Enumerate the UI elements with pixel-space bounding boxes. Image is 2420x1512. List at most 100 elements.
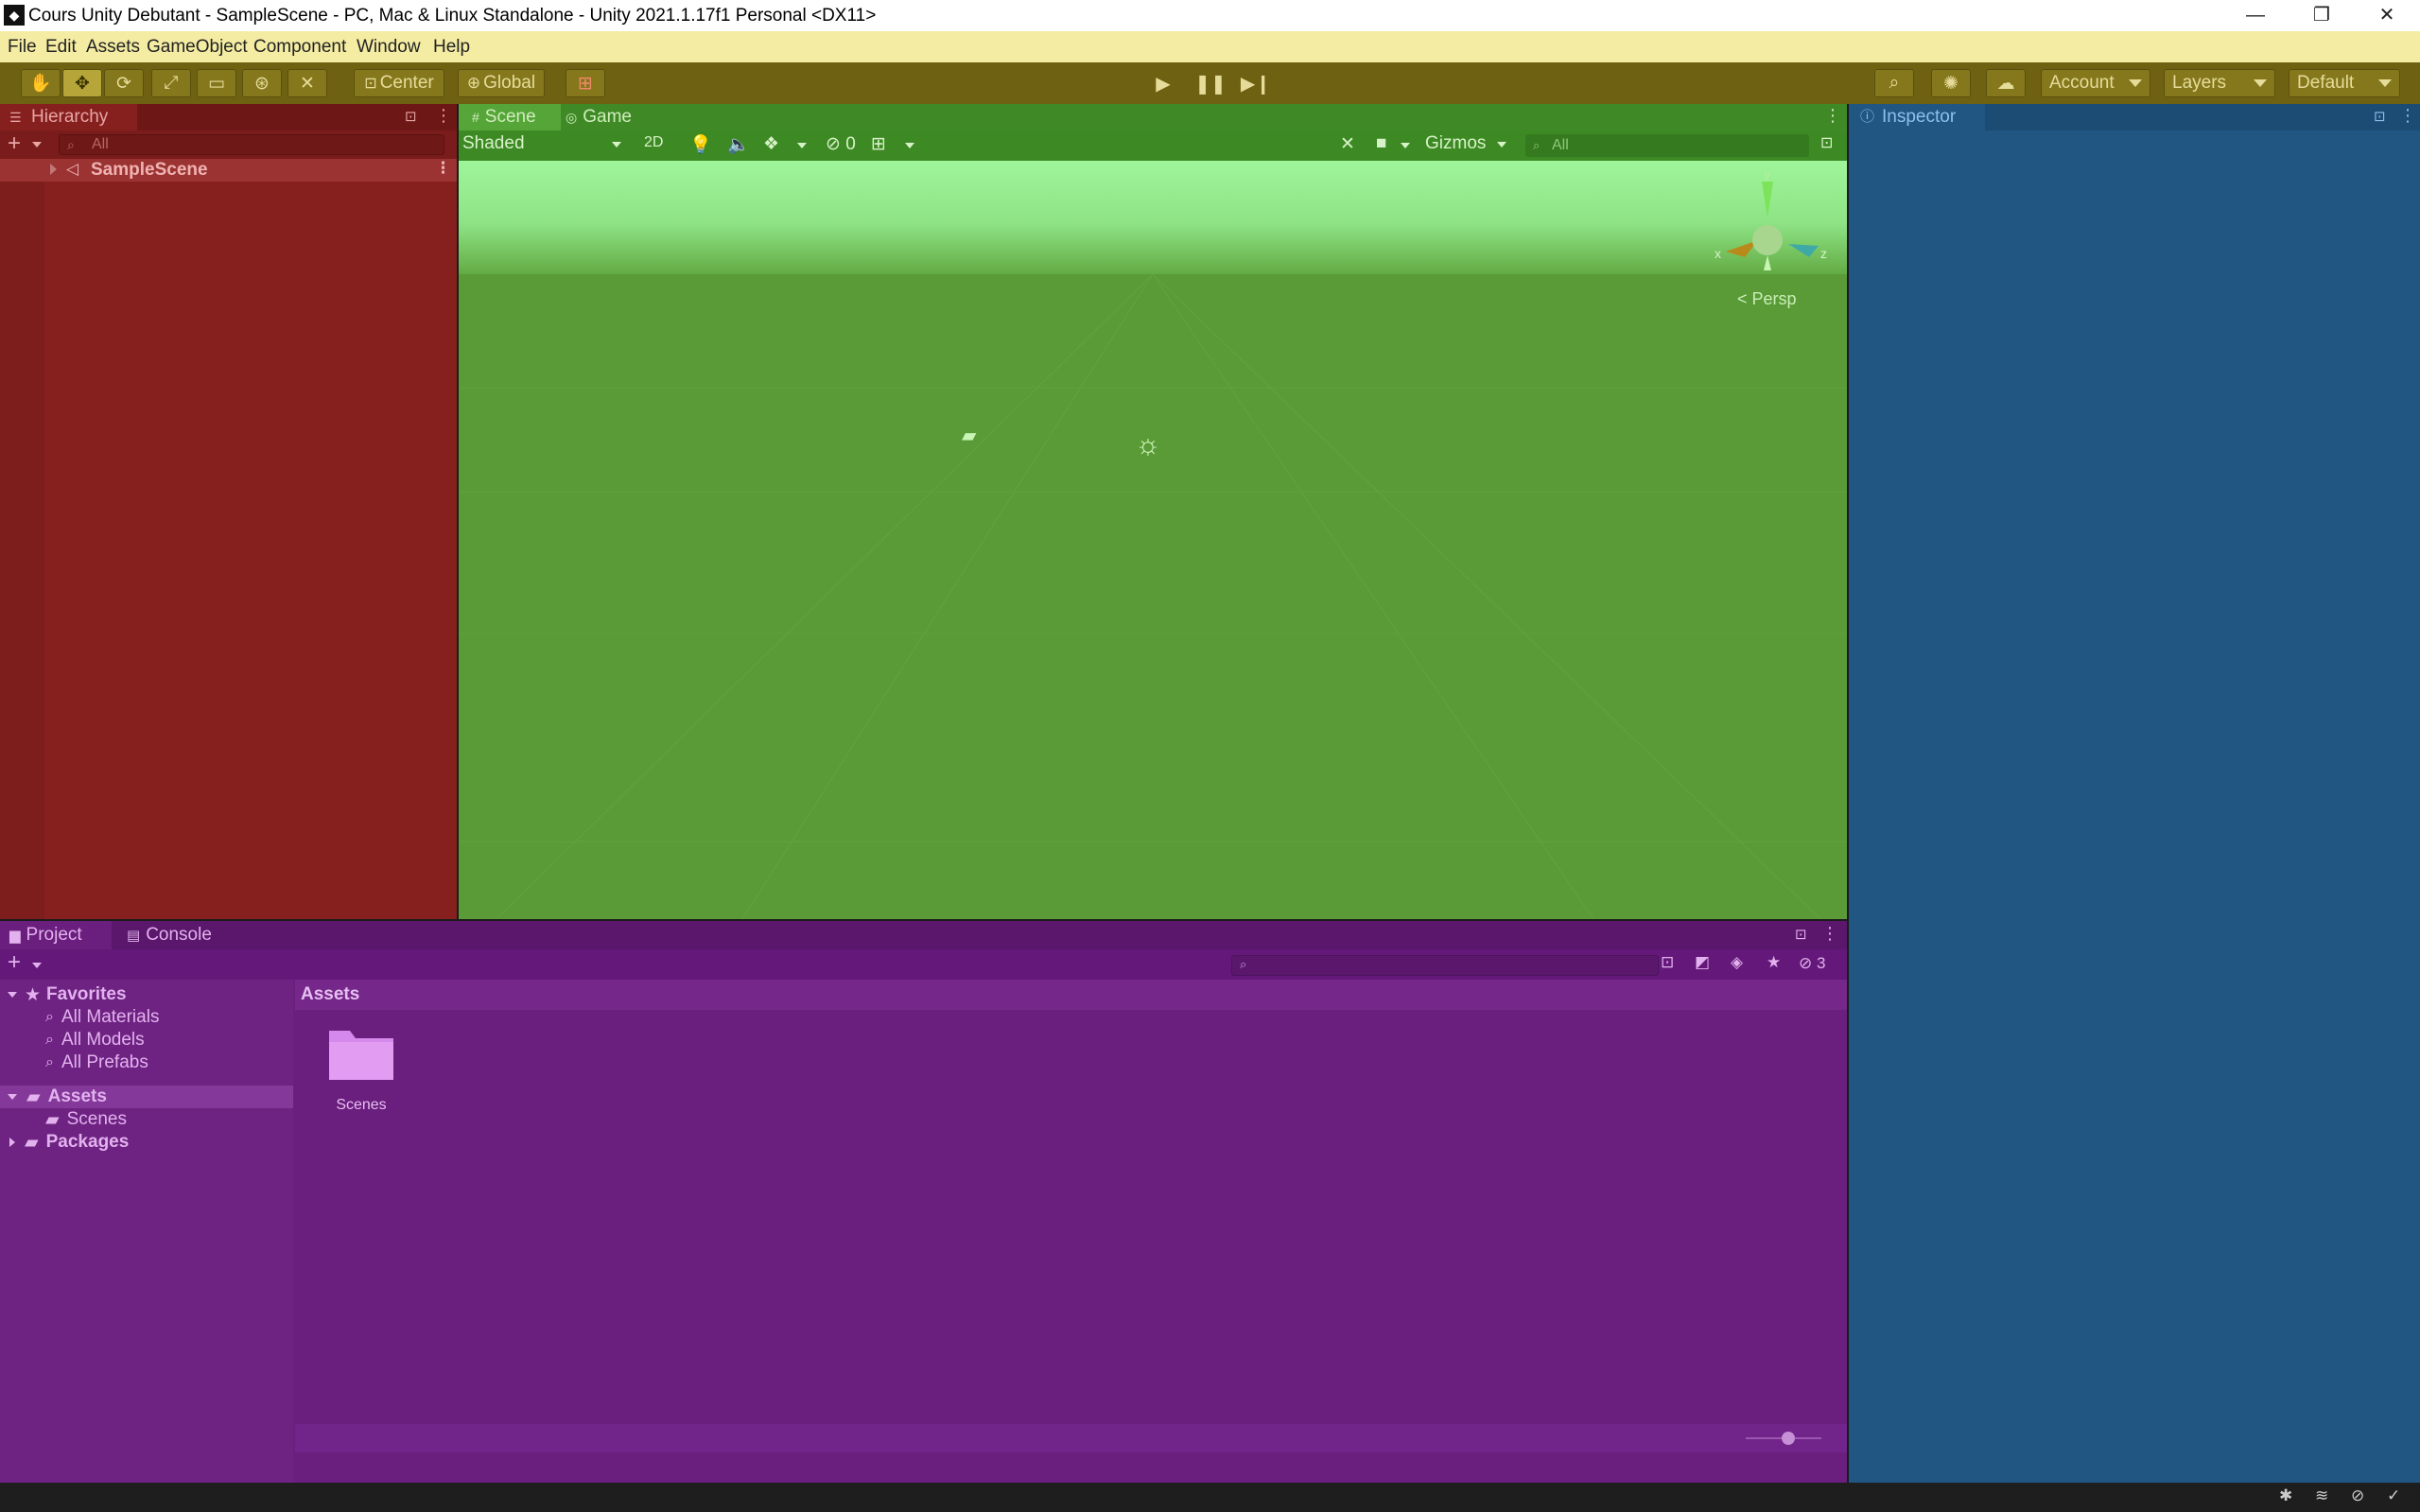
tree-assets[interactable]: ▰ Assets [0,1086,293,1108]
gizmos-dropdown[interactable]: Gizmos [1425,133,1510,158]
play-button[interactable]: ▶ [1144,69,1182,97]
custom-tool-icon[interactable]: ✕ [287,69,327,97]
menu-component[interactable]: Component [253,37,346,58]
search-filter-icon[interactable]: ⊡ [1820,133,1833,152]
hierarchy-scene-row[interactable]: ◁ SampleScene ⋮ [0,159,457,182]
chevron-down-icon[interactable] [32,963,42,968]
hand-tool-icon[interactable]: ✋ [21,69,61,97]
minimize-button[interactable]: — [2222,0,2289,31]
grid-icon: # [472,110,479,125]
tab-project[interactable]: ▆ Project [0,921,112,949]
layout-dropdown[interactable]: Default [2289,69,2400,97]
rect-tool-icon[interactable]: ▭ [197,69,236,97]
lock-icon[interactable]: ⊡ [1795,926,1807,943]
menu-gameobject[interactable]: GameObject [147,37,248,58]
restore-button[interactable]: ❐ [2289,0,2355,31]
chevron-down-icon [2254,79,2267,87]
tree-favorite-item[interactable]: ⌕ All Models [0,1029,293,1051]
scene-toolbar: Shaded 2D 💡 🔈 ❖ ⊘ 0 ⊞ ✕ ■ Gizmos ⌕ All ⊡ [459,130,1847,161]
tree-packages[interactable]: ▰ Packages [0,1131,293,1154]
tab-inspector[interactable]: ⓘ Inspector [1849,104,1985,130]
cloud-icon[interactable]: ☁ [1986,69,2026,97]
chevron-down-icon[interactable] [32,142,42,148]
hidden-objects-toggle[interactable]: ⊘ 0 [826,133,856,155]
camera-gizmo-icon[interactable]: ▰ [962,424,976,447]
menu-window[interactable]: Window [357,37,421,58]
effects-icon[interactable]: ❖ [763,133,779,155]
debug-icon[interactable]: ✱ [2279,1486,2292,1505]
tree-favorite-item[interactable]: ⌕ All Prefabs [0,1051,293,1074]
asset-item-folder[interactable]: Scenes [314,1021,409,1125]
more-options-icon[interactable]: ⋮ [1824,106,1841,126]
chevron-down-icon[interactable] [905,143,914,148]
tree-folder-scenes[interactable]: ▰ Scenes [0,1108,293,1131]
add-icon[interactable]: + [8,130,21,157]
lighting-icon[interactable]: 💡 [689,133,712,156]
more-options-icon[interactable]: ⋮ [435,106,452,126]
menu-assets[interactable]: Assets [86,37,140,58]
more-options-icon[interactable]: ⋮ [2399,106,2416,126]
gamepad-icon: ◎ [566,110,578,125]
tab-hierarchy[interactable]: ☰ Hierarchy [0,104,137,130]
transform-tool-icon[interactable]: ⊛ [242,69,282,97]
chevron-down-icon [612,142,621,148]
layers-label: Layers [2172,73,2227,93]
grid-snap-icon[interactable]: ⊞ [566,69,605,97]
pause-button[interactable]: ❚❚ [1192,69,1229,97]
project-search-input[interactable]: ⌕ [1231,955,1659,976]
breadcrumb[interactable]: Assets [295,980,1847,1010]
list-icon: ☰ [9,110,22,125]
chevron-down-icon[interactable] [797,143,807,148]
add-icon[interactable]: + [8,949,21,976]
slider-handle[interactable] [1782,1432,1795,1445]
favorites-label: Favorites [46,984,127,1004]
light-gizmo-icon[interactable]: ☼ [1135,429,1161,461]
scene-viewport[interactable] [459,274,1847,919]
toggle-2d-button[interactable]: 2D [644,134,663,151]
close-button[interactable]: ✕ [2354,0,2420,31]
project-folder-tree: ★ Favorites ⌕ All Materials ⌕ All Models… [0,980,293,1483]
menu-edit[interactable]: Edit [45,37,77,58]
chevron-down-icon[interactable] [1401,143,1410,148]
account-dropdown[interactable]: Account [2041,69,2150,97]
menu-help[interactable]: Help [433,37,470,58]
layers-stack-icon[interactable]: ≋ [2315,1486,2328,1505]
layers-dropdown[interactable]: Layers [2164,69,2275,97]
scene-search-input[interactable]: ⌕ All [1525,134,1809,157]
projection-toggle[interactable]: < Persp [1737,289,1797,309]
more-options-icon[interactable]: ⋮ [1821,924,1838,944]
tree-favorites[interactable]: ★ Favorites [0,983,293,1006]
lock-icon[interactable]: ⊡ [405,108,417,125]
scale-tool-icon[interactable]: ⤢ [151,69,191,97]
progress-icon[interactable]: ⊘ [2351,1486,2364,1505]
tab-console[interactable]: ▤ Console [127,921,231,949]
move-tool-icon[interactable]: ✥ [62,69,102,97]
shading-mode-dropdown[interactable]: Shaded [462,133,629,158]
favorite-star-icon[interactable]: ★ [1767,953,1781,972]
camera-icon[interactable]: ■ [1376,133,1386,154]
step-button[interactable]: ▶❙ [1237,69,1275,97]
grid-toggle-icon[interactable]: ⊞ [871,133,886,155]
tree-favorite-item[interactable]: ⌕ All Materials [0,1006,293,1029]
check-icon[interactable]: ✓ [2387,1486,2400,1505]
space-global-button[interactable]: ⊕ Global [458,69,545,97]
search-icon[interactable]: ⌕ [1874,69,1914,97]
lock-icon[interactable]: ⊡ [2374,108,2386,125]
menu-bar: File Edit Assets GameObject Component Wi… [0,31,2420,62]
orientation-gizmo[interactable]: y x z [1715,166,1830,293]
tab-scene[interactable]: # Scene [459,104,561,130]
search-filter-icon[interactable]: ⊡ [1661,953,1674,972]
hidden-packages-toggle[interactable]: ⊘ 3 [1799,954,1825,973]
tab-game[interactable]: ◎ Game [566,104,658,130]
more-options-icon[interactable]: ⋮ [435,159,451,178]
tools-icon[interactable]: ✕ [1340,133,1355,155]
collab-settings-icon[interactable]: ✺ [1931,69,1971,97]
rotate-tool-icon[interactable]: ⟳ [104,69,144,97]
filter-by-label-icon[interactable]: ◈ [1731,953,1743,972]
pivot-center-button[interactable]: ⊡ Center [354,69,444,97]
filter-by-type-icon[interactable]: ◩ [1695,953,1710,972]
hierarchy-search-input[interactable]: ⌕ All [59,134,444,155]
menu-file[interactable]: File [8,37,37,58]
chevron-right-icon[interactable] [50,164,57,175]
audio-icon[interactable]: 🔈 [727,133,750,156]
